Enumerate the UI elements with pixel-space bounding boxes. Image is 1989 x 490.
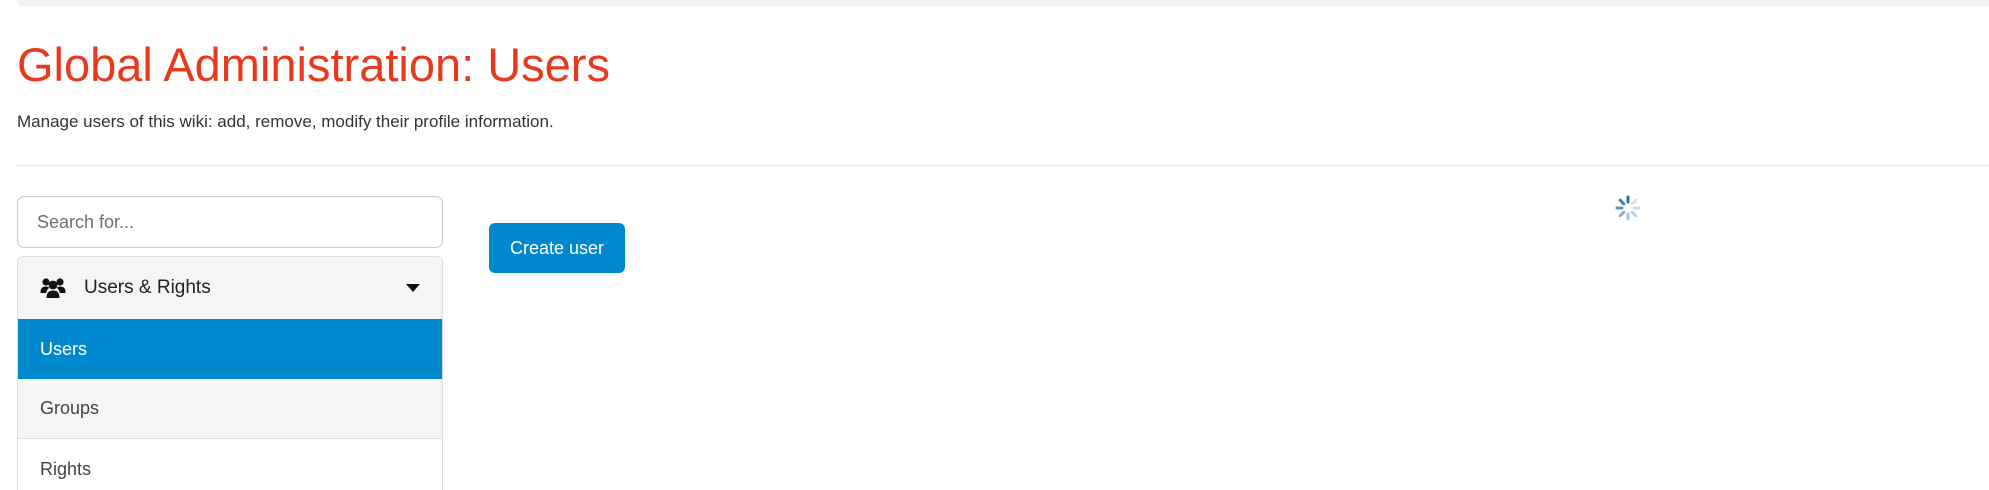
create-user-button[interactable]: Create user	[489, 223, 625, 273]
sidebar-item-users[interactable]: Users	[18, 319, 442, 379]
admin-menu: Users & Rights Users Groups Rights	[17, 256, 443, 490]
users-icon	[40, 277, 66, 299]
spinner-icon	[1614, 194, 1642, 222]
divider	[17, 165, 1989, 166]
sidebar-item-rights[interactable]: Rights	[18, 439, 442, 490]
sidebar-item-label: Groups	[40, 398, 100, 418]
menu-category-users-rights[interactable]: Users & Rights	[18, 257, 442, 319]
sidebar-item-label: Rights	[40, 458, 92, 479]
caret-down-icon[interactable]	[406, 284, 420, 292]
page-description: Manage users of this wiki: add, remove, …	[17, 112, 554, 131]
menu-category-label: Users & Rights	[84, 277, 211, 298]
search-input[interactable]	[17, 196, 443, 248]
top-bar	[17, 0, 1989, 6]
sidebar-item-label: Users	[40, 338, 88, 359]
page-title: Global Administration: Users	[17, 38, 610, 91]
sidebar-item-groups[interactable]: Groups	[18, 379, 442, 439]
